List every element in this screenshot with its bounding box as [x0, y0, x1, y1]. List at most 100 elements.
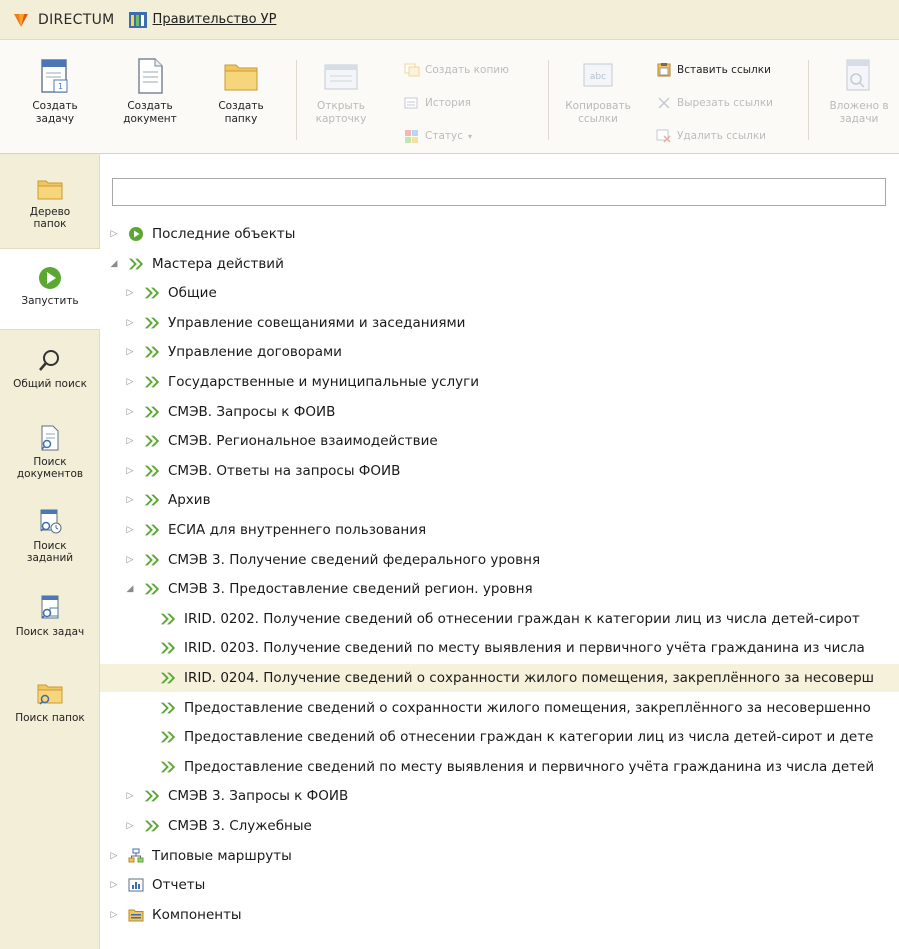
history-icon	[404, 97, 418, 109]
nav-run[interactable]: Запустить	[0, 248, 100, 330]
expand-arrow-icon[interactable]: ▷	[108, 851, 120, 861]
wizard-icon	[144, 788, 160, 804]
wizard-icon	[144, 581, 160, 597]
tree-row[interactable]: Предоставление сведений о сохранности жи…	[100, 694, 899, 722]
left-navigation: Дерево папок Запустить Общий поиск Поиск…	[0, 154, 100, 949]
tree-row[interactable]: ▷ ЕСИА для внутреннего пользования	[100, 516, 899, 544]
expand-arrow-icon[interactable]: ▷	[124, 821, 136, 831]
tree-row[interactable]: IRID. 0203. Получение сведений по месту …	[100, 634, 899, 662]
tree-row[interactable]: ▷ Отчеты	[100, 871, 899, 899]
expand-arrow-icon[interactable]: ▷	[124, 466, 136, 476]
tree-row-label: Управление договорами	[168, 344, 342, 361]
wizard-icon	[160, 700, 176, 716]
create-folder-label-1: Создать	[218, 100, 264, 112]
nav-assignment-search[interactable]: Поиск заданий	[0, 508, 100, 564]
open-card-button[interactable]: Открыть карточку	[306, 56, 376, 126]
create-task-button[interactable]: 1 Создать задачу	[20, 56, 90, 126]
expand-arrow-icon[interactable]: ▷	[124, 525, 136, 535]
wizard-icon	[144, 344, 160, 360]
tree-row-label: IRID. 0204. Получение сведений о сохранн…	[184, 670, 874, 686]
tree-row[interactable]: ◢ СМЭВ 3. Предоставление сведений регион.…	[100, 575, 899, 603]
expand-arrow-icon[interactable]: ▷	[124, 436, 136, 446]
tree-row[interactable]: Предоставление сведений об отнесении гра…	[100, 723, 899, 751]
expand-arrow-icon[interactable]: ▷	[124, 407, 136, 417]
tree-row-label: Последние объекты	[152, 226, 296, 242]
expand-arrow-icon[interactable]: ▷	[124, 318, 136, 328]
tree-row[interactable]: ▷ Общие	[100, 279, 899, 307]
tree-row-label: Предоставление сведений об отнесении гра…	[184, 729, 874, 746]
tree-row[interactable]: ▷ Архив	[100, 486, 899, 514]
copy-links-button[interactable]: abc Копировать ссылки	[556, 56, 640, 126]
tree-row[interactable]: ▷ Управление совещаниями и заседаниями	[100, 309, 899, 337]
tree-row[interactable]: Предоставление сведений по месту выявлен…	[100, 753, 899, 781]
nav-folder-tree[interactable]: Дерево папок	[0, 176, 100, 230]
tree-row[interactable]: ◢ Мастера действий	[100, 250, 899, 278]
tree-row[interactable]: ▷ СМЭВ 3. Получение сведений федерального…	[100, 546, 899, 574]
nav-general-search[interactable]: Общий поиск	[0, 348, 100, 390]
expand-arrow-icon[interactable]: ▷	[124, 347, 136, 357]
tree-search-input[interactable]	[112, 178, 886, 206]
wizard-icon	[160, 611, 176, 627]
wizard-icon	[160, 640, 176, 656]
nav-task-search-label: Поиск задач	[15, 626, 85, 638]
tree-row[interactable]: ▷ СМЭВ. Запросы к ФОИВ	[100, 398, 899, 426]
tree-row-label: Предоставление сведений о сохранности жи…	[184, 699, 871, 716]
expand-arrow-icon[interactable]: ▷	[124, 555, 136, 565]
cut-links-button[interactable]: Вырезать ссылки	[656, 95, 773, 111]
tree-row[interactable]: ▷ Типовые маршруты	[100, 842, 899, 870]
tree-row[interactable]: ▷ Последние объекты	[100, 220, 899, 248]
tree-row[interactable]: IRID. 0202. Получение сведений об отнесе…	[100, 605, 899, 633]
ribbon-toolbar: 1 Создать задачу Создать документ Создат…	[0, 40, 899, 154]
delete-links-button[interactable]: Удалить ссылки	[656, 128, 766, 144]
tree-row[interactable]: IRID. 0204. Получение сведений о сохранн…	[100, 664, 899, 692]
expand-arrow-icon[interactable]: ▷	[124, 288, 136, 298]
ribbon-separator	[296, 60, 297, 140]
history-button[interactable]: История	[404, 95, 471, 111]
assignment-search-icon	[40, 509, 62, 534]
tree-row[interactable]: ▷ СМЭВ 3. Служебные	[100, 812, 899, 840]
cut-links-label: Вырезать ссылки	[677, 97, 773, 109]
collapse-arrow-icon[interactable]: ◢	[108, 259, 120, 269]
status-icon	[405, 130, 418, 143]
tree-row-label: Государственные и муниципальные услуги	[168, 374, 480, 390]
tree-row-label: Общие	[168, 285, 217, 302]
attached-to-tasks-button[interactable]: Вложено в задачи	[820, 56, 898, 126]
paste-links-button[interactable]: Вставить ссылки	[656, 62, 771, 78]
wizard-icon	[144, 463, 160, 479]
create-copy-label: Создать копию	[425, 64, 509, 76]
status-button[interactable]: Статус ▾	[404, 128, 472, 144]
directum-logo-icon	[12, 10, 32, 30]
nav-folder-search-label: Поиск папок	[15, 712, 85, 724]
tree-row[interactable]: ▷ СМЭВ. Ответы на запросы ФОИВ	[100, 457, 899, 485]
expand-arrow-icon[interactable]: ▷	[124, 791, 136, 801]
nav-folder-search[interactable]: Поиск папок	[0, 680, 100, 724]
tree-row[interactable]: ▷ Государственные и муниципальные услуги	[100, 368, 899, 396]
tree-row-label: СМЭВ. Запросы к ФОИВ	[168, 403, 336, 420]
create-copy-button[interactable]: Создать копию	[404, 62, 509, 78]
svg-text:abc: abc	[590, 72, 606, 82]
tree-row[interactable]: ▷ СМЭВ. Региональное взаимодействие	[100, 427, 899, 455]
collapse-arrow-icon[interactable]: ◢	[124, 584, 136, 594]
organization-link[interactable]: Правительство УР	[153, 12, 277, 27]
create-task-label-1: Создать	[32, 100, 78, 112]
expand-arrow-icon[interactable]: ▷	[108, 880, 120, 890]
tree-row[interactable]: ▷ Управление договорами	[100, 338, 899, 366]
tree-row-label: СМЭВ. Региональное взаимодействие	[168, 433, 438, 450]
create-folder-button[interactable]: Создать папку	[206, 56, 276, 126]
tree-row-label: СМЭВ. Ответы на запросы ФОИВ	[168, 462, 401, 479]
tree-row[interactable]: ▷ Компоненты	[100, 901, 899, 929]
expand-arrow-icon[interactable]: ▷	[108, 910, 120, 920]
expand-arrow-icon[interactable]: ▷	[124, 495, 136, 505]
nav-document-search[interactable]: Поиск документов	[0, 424, 100, 480]
tree-row-label: Предоставление сведений по месту выявлен…	[184, 758, 875, 775]
wizard-icon	[144, 552, 160, 568]
tree-row[interactable]: ▷ СМЭВ 3. Запросы к ФОИВ	[100, 782, 899, 810]
nav-task-search[interactable]: Поиск задач	[0, 594, 100, 638]
delete-links-icon	[656, 129, 671, 143]
tree-row-label: СМЭВ 3. Служебные	[168, 818, 312, 834]
expand-arrow-icon[interactable]: ▷	[124, 377, 136, 387]
nav-document-search-label-1: Поиск	[33, 456, 67, 468]
expand-arrow-icon[interactable]: ▷	[108, 229, 120, 239]
create-document-button[interactable]: Создать документ	[110, 56, 190, 126]
wizard-icon	[144, 374, 160, 390]
